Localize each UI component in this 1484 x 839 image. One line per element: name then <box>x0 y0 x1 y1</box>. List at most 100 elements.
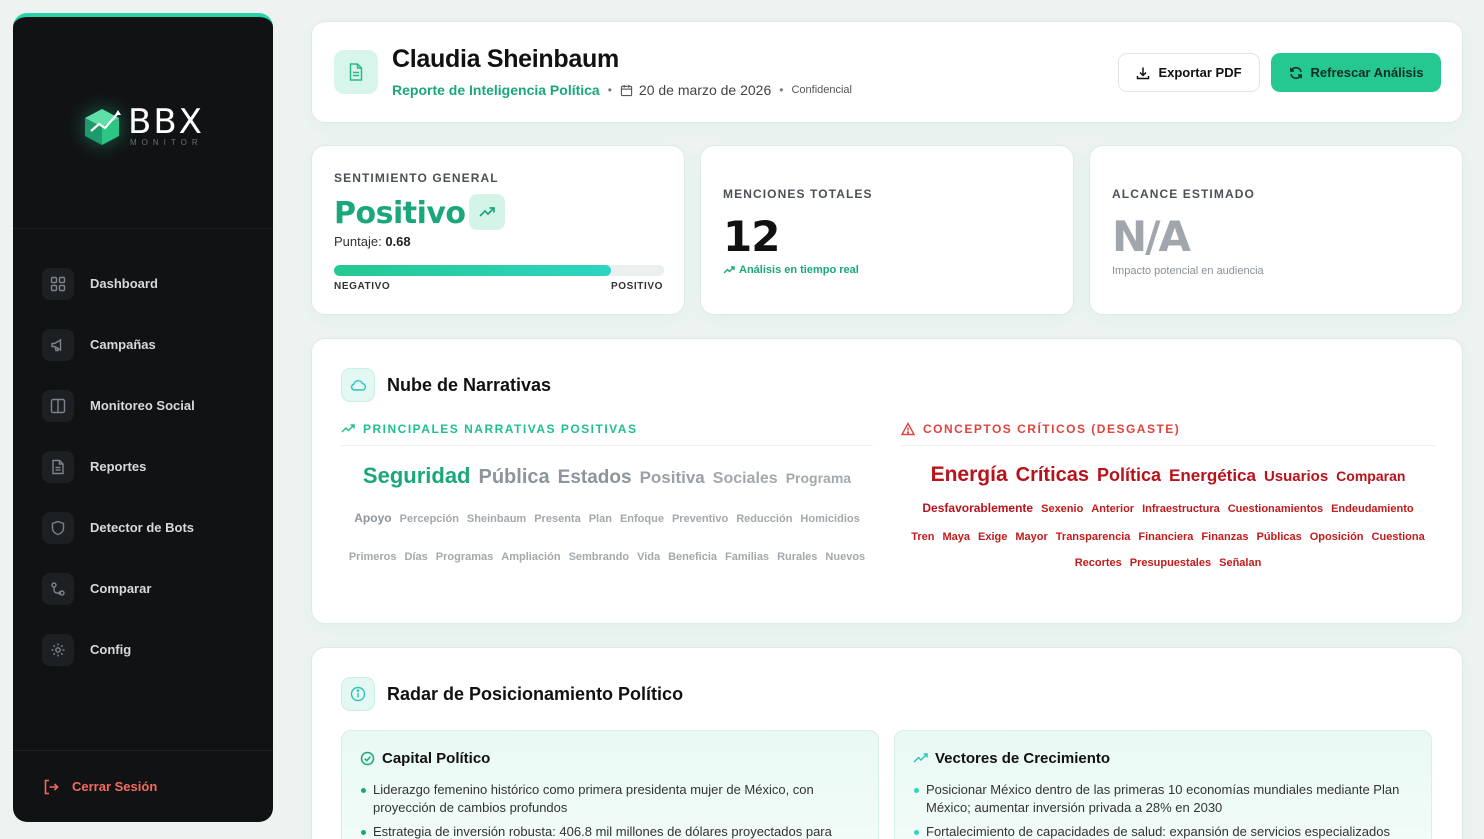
cloud-word[interactable]: Estados <box>558 467 632 489</box>
growth-vectors-panel: Vectores de Crecimiento Posicionar Méxic… <box>894 730 1432 839</box>
sidebar-item-monitoreo-social[interactable]: Monitoreo Social <box>13 375 273 436</box>
sidebar-item-label: Config <box>90 642 132 657</box>
megaphone-icon <box>42 328 74 361</box>
cloud-word[interactable]: Cuestiona <box>1372 531 1425 543</box>
section-title: Radar de Posicionamiento Político <box>387 684 684 704</box>
cloud-word[interactable]: Presupuestales <box>1130 557 1211 569</box>
cloud-word[interactable]: Rurales <box>777 551 817 563</box>
positive-label: POSITIVO <box>610 281 663 292</box>
download-icon <box>1137 67 1150 79</box>
cloud-word[interactable]: Apoyo <box>354 511 391 525</box>
cloud-word[interactable]: Beneficia <box>668 551 717 563</box>
refresh-analysis-button[interactable]: Refrescar Análisis <box>1271 53 1441 92</box>
cloud-word[interactable]: Sheinbaum <box>467 513 526 525</box>
cloud-word[interactable]: Pública <box>479 466 550 489</box>
cloud-word[interactable]: Primeros <box>349 551 397 563</box>
cloud-word[interactable]: Anterior <box>1091 503 1134 515</box>
cloud-word[interactable]: Mayor <box>1015 531 1047 543</box>
positive-word-cloud: Seguridad Pública Estados Positiva Sociales P… <box>341 463 873 563</box>
list-item: Estrategia de inversión robusta: 406.8 m… <box>360 823 860 839</box>
word-cloud-row: Recortes Presupuestales Señalan <box>901 557 1435 569</box>
list-item: Fortalecimiento de capacidades de salud:… <box>913 823 1413 839</box>
cloud-word[interactable]: Política <box>1097 465 1161 486</box>
sidebar-item-campanas[interactable]: Campañas <box>13 314 273 375</box>
positive-narratives-heading: PRINCIPALES NARRATIVAS POSITIVAS <box>341 422 637 436</box>
cloud-word[interactable]: Señalan <box>1219 557 1261 569</box>
sidebar-item-dashboard[interactable]: Dashboard <box>13 253 273 314</box>
logout-label: Cerrar Sesión <box>72 779 158 794</box>
cloud-word[interactable]: Exige <box>978 531 1007 543</box>
cloud-word[interactable]: Energía <box>931 463 1008 487</box>
cloud-word[interactable]: Energética <box>1169 466 1256 486</box>
cloud-word[interactable]: Seguridad <box>363 463 471 489</box>
cloud-word[interactable]: Programas <box>436 551 493 563</box>
export-pdf-button[interactable]: Exportar PDF <box>1118 53 1260 92</box>
sentiment-bar-fill <box>334 265 612 276</box>
document-icon <box>334 50 378 94</box>
cloud-word[interactable]: Críticas <box>1016 464 1089 487</box>
trending-up-icon <box>723 266 735 274</box>
cloud-word[interactable]: Endeudamiento <box>1331 503 1414 515</box>
cloud-word[interactable]: Días <box>405 551 428 563</box>
cloud-word[interactable]: Sexenio <box>1041 503 1083 515</box>
cloud-word[interactable]: Oposición <box>1310 531 1364 543</box>
reach-title: ALCANCE ESTIMADO <box>1112 187 1255 201</box>
cloud-word[interactable]: Cuestionamientos <box>1228 503 1323 515</box>
cloud-word[interactable]: Enfoque <box>620 513 664 525</box>
refresh-icon <box>1289 66 1302 79</box>
cloud-word[interactable]: Maya <box>943 531 971 543</box>
cloud-word[interactable]: Programa <box>786 470 851 486</box>
cloud-word[interactable]: Públicas <box>1257 531 1302 543</box>
separator-dot: • <box>607 83 612 97</box>
calendar-icon <box>620 84 633 96</box>
git-compare-icon <box>42 572 74 605</box>
sidebar-item-label: Detector de Bots <box>90 520 195 535</box>
cloud-word[interactable]: Reducción <box>736 513 792 525</box>
cloud-word[interactable]: Usuarios <box>1264 468 1328 485</box>
brand-logo[interactable]: BBX MONITOR <box>82 105 204 147</box>
cloud-word[interactable]: Recortes <box>1075 557 1122 569</box>
refresh-analysis-label: Refrescar Análisis <box>1310 65 1424 80</box>
section-title: Nube de Narrativas <box>387 375 552 395</box>
report-header: Claudia Sheinbaum Reporte de Inteligenci… <box>311 21 1463 123</box>
report-date-text: 20 de marzo de 2026 <box>638 82 772 98</box>
cloud-word[interactable]: Familias <box>725 551 769 563</box>
cloud-word[interactable]: Presenta <box>534 513 580 525</box>
sentiment-card: SENTIMIENTO GENERAL Positivo Puntaje: 0.… <box>311 145 685 315</box>
cloud-word[interactable]: Transparencia <box>1056 531 1131 543</box>
cloud-word[interactable]: Desfavorablemente <box>922 501 1033 515</box>
cloud-word[interactable]: Percepción <box>400 513 459 525</box>
narrative-cloud-card: Nube de Narrativas PRINCIPALES NARRATIVA… <box>311 338 1463 624</box>
realtime-note: Análisis en tiempo real <box>723 264 859 276</box>
score-value: 0.68 <box>385 234 411 249</box>
cloud-word[interactable]: Comparan <box>1336 468 1405 484</box>
political-capital-title: Capital Político <box>382 750 491 767</box>
cloud-word[interactable]: Nuevos <box>825 551 865 563</box>
cloud-word[interactable]: Plan <box>589 513 612 525</box>
export-pdf-label: Exportar PDF <box>1158 65 1242 80</box>
cloud-word[interactable]: Ampliación <box>501 551 560 563</box>
sidebar-item-config[interactable]: Config <box>13 619 273 680</box>
growth-vectors-heading: Vectores de Crecimiento <box>913 750 1110 767</box>
cloud-word[interactable]: Homicidios <box>800 513 859 525</box>
cloud-icon <box>341 368 375 402</box>
political-capital-list: Liderazgo femenino histórico como primer… <box>360 781 860 839</box>
logout-button[interactable]: Cerrar Sesión <box>13 750 273 822</box>
cloud-word[interactable]: Vida <box>637 551 660 563</box>
sidebar-item-label: Monitoreo Social <box>90 398 195 413</box>
sentiment-bar <box>334 265 664 276</box>
cloud-word[interactable]: Preventivo <box>672 513 728 525</box>
trending-up-icon <box>469 194 505 230</box>
cloud-word[interactable]: Positiva <box>640 468 705 488</box>
cloud-word[interactable]: Sociales <box>713 470 778 488</box>
sidebar-item-comparar[interactable]: Comparar <box>13 558 273 619</box>
political-capital-panel: Capital Político Liderazgo femenino hist… <box>341 730 879 839</box>
word-cloud-row: Desfavorablemente Sexenio Anterior Infraest… <box>901 501 1435 515</box>
cloud-word[interactable]: Infraestructura <box>1142 503 1220 515</box>
cloud-word[interactable]: Finanzas <box>1201 531 1248 543</box>
sidebar-item-detector-de-bots[interactable]: Detector de Bots <box>13 497 273 558</box>
cloud-word[interactable]: Sembrando <box>569 551 630 563</box>
cloud-word[interactable]: Tren <box>911 531 934 543</box>
sidebar-item-reportes[interactable]: Reportes <box>13 436 273 497</box>
cloud-word[interactable]: Financiera <box>1138 531 1193 543</box>
